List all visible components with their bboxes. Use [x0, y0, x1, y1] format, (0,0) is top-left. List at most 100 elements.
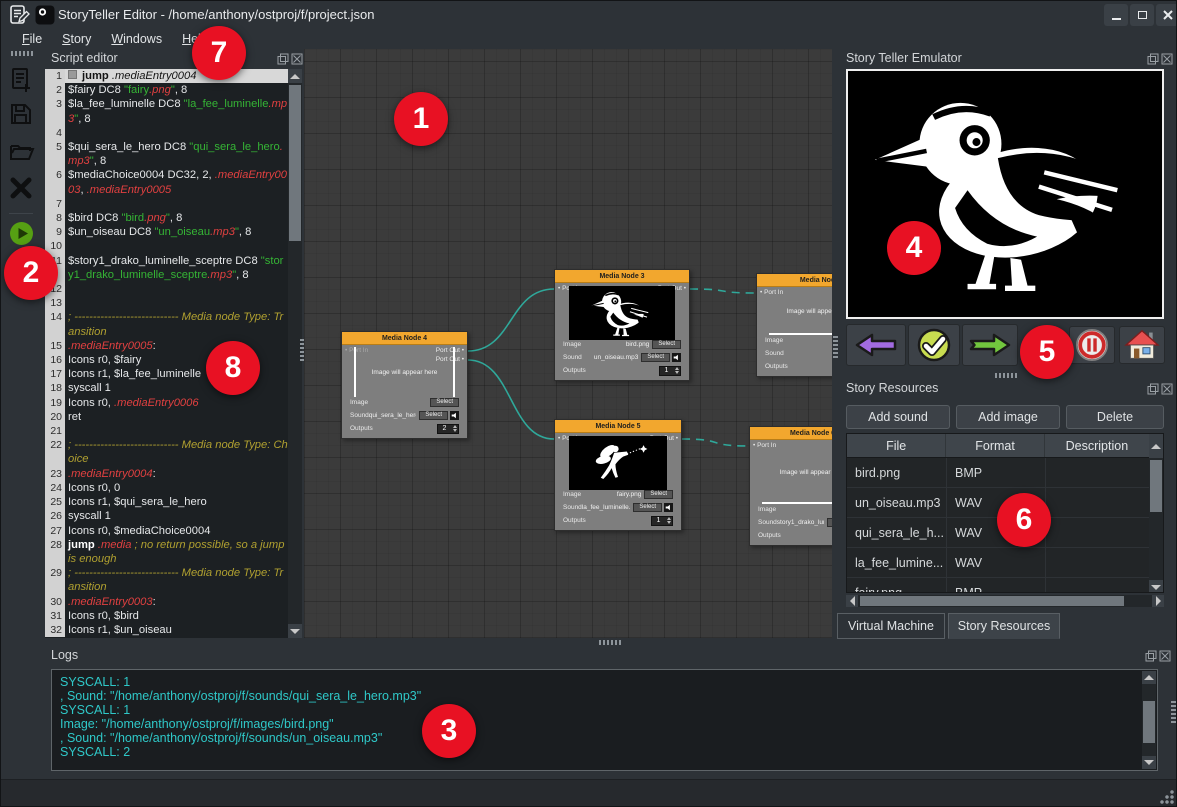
- code-line[interactable]: 23.mediaEntry0004:: [45, 467, 288, 481]
- tab-story-resources[interactable]: Story Resources: [948, 613, 1060, 639]
- speaker-icon[interactable]: [664, 503, 673, 512]
- code-line[interactable]: 27Icons r0, $mediaChoice0004: [45, 524, 288, 538]
- new-file-icon[interactable]: [9, 67, 34, 93]
- speaker-icon[interactable]: [672, 353, 681, 362]
- toolbar-drag-handle[interactable]: [11, 51, 33, 56]
- table-row[interactable]: fairy.pngBMP: [847, 578, 1163, 593]
- node-title[interactable]: Media Node: [757, 274, 832, 287]
- logs-scrollbar[interactable]: [1142, 671, 1156, 769]
- code-line[interactable]: 1jump .mediaEntry0004: [45, 69, 288, 83]
- code-line[interactable]: 4: [45, 126, 288, 140]
- code-line[interactable]: 20ret: [45, 410, 288, 424]
- code-line[interactable]: 25Icons r1, $qui_sera_le_hero: [45, 495, 288, 509]
- code-line[interactable]: 3$la_fee_luminelle DC8 "la_fee_luminelle…: [45, 97, 288, 125]
- column-description[interactable]: Description: [1045, 434, 1149, 457]
- emulator-resources-splitter[interactable]: [995, 373, 1017, 378]
- add-image-button[interactable]: Add image: [956, 405, 1060, 429]
- scrollbar-thumb[interactable]: [1150, 460, 1162, 512]
- media-node-5[interactable]: Media Node 5 • Port InPort Out • Imagefa…: [554, 419, 682, 531]
- code-line[interactable]: 28jump .media ; no return possible, so a…: [45, 538, 288, 566]
- media-node-7[interactable]: Media Node • Port InImage will appear he…: [756, 273, 832, 377]
- outputs-spinner[interactable]: 2: [437, 424, 459, 434]
- code-line[interactable]: 32Icons r1, $un_oiseau: [45, 623, 288, 637]
- code-line[interactable]: 19Icons r0, .mediaEntry0006: [45, 396, 288, 410]
- float-panel-icon[interactable]: [1147, 52, 1159, 64]
- maximize-button[interactable]: [1130, 4, 1154, 26]
- code-line[interactable]: 2$fairy DC8 "fairy.png", 8: [45, 83, 288, 97]
- open-folder-icon[interactable]: [9, 139, 34, 165]
- table-vscrollbar[interactable]: [1149, 458, 1163, 593]
- emulator-home-button[interactable]: [1119, 326, 1165, 364]
- column-format[interactable]: Format: [946, 434, 1044, 457]
- media-node-6[interactable]: Media Node 6 • Port InImage will appear …: [749, 426, 832, 546]
- table-hscrollbar[interactable]: [846, 595, 1164, 607]
- code-line[interactable]: 22; ---------------------------- Media n…: [45, 438, 288, 466]
- column-file[interactable]: File: [847, 434, 946, 457]
- code-line[interactable]: 31Icons r0, $bird: [45, 609, 288, 623]
- emulator-back-button[interactable]: [846, 324, 906, 366]
- canvas-rightdock-splitter[interactable]: [833, 336, 838, 358]
- menu-windows[interactable]: Windows: [102, 31, 171, 47]
- outputs-spinner[interactable]: 1: [659, 366, 681, 376]
- emulator-pause-button[interactable]: [1069, 326, 1115, 364]
- logs-right-splitter[interactable]: [1171, 701, 1176, 723]
- select-image-button[interactable]: Select: [652, 340, 681, 349]
- title-bar[interactable]: StoryTeller Editor - /home/anthony/ostpr…: [1, 1, 1177, 29]
- node-title[interactable]: Media Node 4: [342, 332, 467, 345]
- node-title[interactable]: Media Node 5: [555, 420, 681, 433]
- menu-story[interactable]: Story: [53, 31, 100, 47]
- close-panel-icon[interactable]: [1161, 52, 1173, 64]
- tab-virtual-machine[interactable]: Virtual Machine: [837, 613, 945, 639]
- code-line[interactable]: 26syscall 1: [45, 509, 288, 523]
- code-line[interactable]: 14; ---------------------------- Media n…: [45, 310, 288, 338]
- select-image-button[interactable]: Select: [644, 490, 673, 499]
- table-row[interactable]: la_fee_lumine...WAV: [847, 548, 1163, 578]
- select-image-button[interactable]: Select: [430, 398, 459, 407]
- save-icon[interactable]: [9, 102, 34, 128]
- node-graph-canvas[interactable]: Media Node 4 • Port InPort Out •Port Out…: [304, 49, 832, 638]
- run-icon[interactable]: [9, 221, 34, 247]
- scrollbar-thumb[interactable]: [1143, 701, 1155, 743]
- logs-output[interactable]: SYSCALL: 1, Sound: "/home/anthony/ostpro…: [51, 669, 1158, 771]
- code-line[interactable]: 21: [45, 424, 288, 438]
- minimize-button[interactable]: [1104, 4, 1128, 26]
- node-title[interactable]: Media Node 6: [750, 427, 832, 440]
- close-project-icon[interactable]: [9, 176, 34, 202]
- delete-button[interactable]: Delete: [1066, 405, 1164, 429]
- code-line[interactable]: 12: [45, 282, 288, 296]
- code-line[interactable]: 10: [45, 239, 288, 253]
- select-sound-button[interactable]: Select: [633, 503, 662, 512]
- scrollbar-thumb[interactable]: [289, 85, 301, 241]
- float-panel-icon[interactable]: [277, 52, 289, 64]
- code-line[interactable]: 30.mediaEntry0003:: [45, 595, 288, 609]
- table-row[interactable]: bird.pngBMP: [847, 458, 1163, 488]
- media-node-4[interactable]: Media Node 4 • Port InPort Out •Port Out…: [341, 331, 468, 439]
- menu-file[interactable]: File: [13, 31, 51, 47]
- resize-grip[interactable]: [1160, 790, 1174, 804]
- media-node-3[interactable]: Media Node 3 • Port InPort Out • Imagebi…: [554, 269, 690, 381]
- float-panel-icon[interactable]: [1145, 649, 1157, 661]
- node-title[interactable]: Media Node 3: [555, 270, 689, 283]
- scrollbar-thumb[interactable]: [860, 596, 1124, 606]
- close-panel-icon[interactable]: [291, 52, 303, 64]
- code-line[interactable]: 8$bird DC8 "bird.png", 8: [45, 211, 288, 225]
- emulator-next-button[interactable]: [962, 324, 1018, 366]
- close-button[interactable]: [1156, 4, 1177, 26]
- canvas-logs-splitter[interactable]: [599, 640, 621, 645]
- code-line[interactable]: 6$mediaChoice0004 DC32, 2, .mediaEntry00…: [45, 168, 288, 196]
- code-line[interactable]: 24Icons r0, 0: [45, 481, 288, 495]
- speaker-icon[interactable]: [450, 411, 459, 420]
- select-sound-button[interactable]: Select: [827, 518, 832, 527]
- add-sound-button[interactable]: Add sound: [846, 405, 950, 429]
- code-line[interactable]: 11$story1_drako_luminelle_sceptre DC8 "s…: [45, 254, 288, 282]
- select-sound-button[interactable]: Select: [641, 353, 670, 362]
- code-line[interactable]: 13: [45, 296, 288, 310]
- close-panel-icon[interactable]: [1161, 382, 1173, 394]
- code-line[interactable]: 5$qui_sera_le_hero DC8 "qui_sera_le_hero…: [45, 140, 288, 168]
- outputs-spinner[interactable]: 1: [651, 516, 673, 526]
- close-panel-icon[interactable]: [1159, 649, 1171, 661]
- float-panel-icon[interactable]: [1147, 382, 1159, 394]
- select-sound-button[interactable]: Select: [419, 411, 448, 420]
- code-line[interactable]: 9$un_oiseau DC8 "un_oiseau.mp3", 8: [45, 225, 288, 239]
- emulator-ok-button[interactable]: [908, 324, 960, 366]
